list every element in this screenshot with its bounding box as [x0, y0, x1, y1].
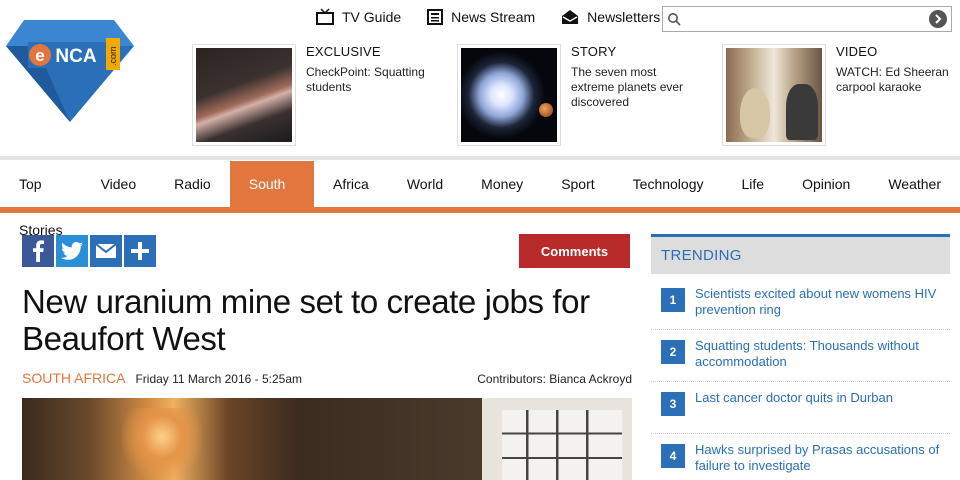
trending-rank: 2 — [661, 340, 685, 364]
promo-story[interactable]: STORY The seven most extreme planets eve… — [457, 44, 701, 146]
newsletters-label: Newsletters — [587, 9, 661, 25]
facebook-share-button[interactable] — [22, 235, 54, 267]
article-hero-image — [22, 398, 632, 480]
plus-icon — [131, 242, 149, 260]
nav-item-radio[interactable]: Radio — [155, 161, 230, 207]
article-date: Friday 11 March 2016 - 5:25am — [135, 372, 302, 386]
trending-list: 1 Scientists excited about new womens HI… — [651, 278, 950, 480]
search-input[interactable] — [685, 8, 929, 30]
top-links: TV Guide News Stream Newsletters — [316, 8, 686, 26]
trending-item[interactable]: 2 Squatting students: Thousands without … — [651, 330, 950, 382]
trending-link[interactable]: Squatting students: Thousands without ac… — [695, 338, 950, 370]
promo-title[interactable]: CheckPoint: Squatting students — [306, 65, 436, 95]
nav-item-life[interactable]: Life — [722, 161, 783, 207]
promo-title[interactable]: WATCH: Ed Sheeran carpool karaoke — [836, 65, 960, 95]
enca-logo[interactable]: e NCA .com — [6, 14, 136, 124]
twitter-share-button[interactable] — [56, 235, 88, 267]
nav-divider — [0, 156, 960, 160]
logo-text: NCA — [55, 46, 96, 67]
promo-thumbnail[interactable] — [457, 44, 561, 146]
nav-item-technology[interactable]: Technology — [614, 161, 723, 207]
promo-thumbnail[interactable] — [722, 44, 826, 146]
more-share-button[interactable] — [124, 235, 156, 267]
search-icon — [663, 8, 685, 30]
facebook-icon — [33, 240, 44, 262]
article-contributors: Contributors: Bianca Ackroyd — [477, 372, 632, 386]
tv-guide-label: TV Guide — [342, 9, 402, 25]
nav-item-video[interactable]: Video — [82, 161, 156, 207]
email-share-button[interactable] — [90, 235, 122, 267]
trending-item[interactable]: 3 Last cancer doctor quits in Durban — [651, 382, 950, 434]
promo-title[interactable]: The seven most extreme planets ever disc… — [571, 65, 701, 110]
trending-item[interactable]: 1 Scientists excited about new womens HI… — [651, 278, 950, 330]
arrow-right-icon — [935, 14, 942, 24]
svg-text:e: e — [35, 46, 44, 65]
news-stream-label: News Stream — [451, 9, 536, 25]
trending-title: TRENDING — [651, 237, 950, 274]
news-stream-icon — [427, 9, 444, 25]
promo-kicker: STORY — [571, 44, 617, 59]
promo-exclusive[interactable]: EXCLUSIVE CheckPoint: Squatting students — [192, 44, 436, 146]
nav-item-south-africa[interactable]: South Africa — [229, 161, 315, 238]
trending-item[interactable]: 4 Hawks surprised by Prasas accusations … — [651, 434, 950, 480]
article-headline: New uranium mine set to create jobs for … — [22, 283, 590, 357]
share-bar — [22, 235, 156, 267]
main-nav: Top Stories Video Radio South Africa Afr… — [0, 161, 960, 238]
comments-button[interactable]: Comments — [519, 234, 630, 268]
nav-item-world[interactable]: World — [388, 161, 462, 207]
search-box — [662, 6, 952, 32]
article-meta: SOUTH AFRICA Friday 11 March 2016 - 5:25… — [22, 370, 632, 386]
nav-item-top-stories[interactable]: Top Stories — [0, 161, 82, 238]
trending-link[interactable]: Last cancer doctor quits in Durban — [695, 390, 893, 406]
promo-video[interactable]: VIDEO WATCH: Ed Sheeran carpool karaoke — [722, 44, 960, 146]
newsletters-link[interactable]: Newsletters — [561, 9, 660, 25]
trending-rank: 4 — [661, 444, 685, 468]
newsletter-icon — [562, 10, 579, 24]
news-stream-link[interactable]: News Stream — [427, 9, 535, 25]
article-section-link[interactable]: SOUTH AFRICA — [22, 370, 125, 386]
promo-kicker: EXCLUSIVE — [306, 44, 381, 59]
trending-rank: 3 — [661, 392, 685, 416]
email-icon — [96, 244, 116, 258]
trending-rank: 1 — [661, 288, 685, 312]
nav-item-sport[interactable]: Sport — [542, 161, 613, 207]
search-submit-button[interactable] — [929, 10, 947, 28]
nav-underline — [0, 207, 960, 213]
tv-icon — [316, 8, 334, 25]
promo-thumbnail[interactable] — [192, 44, 296, 146]
promo-kicker: VIDEO — [836, 44, 878, 59]
nav-item-africa[interactable]: Africa — [314, 161, 388, 207]
tv-guide-link[interactable]: TV Guide — [316, 8, 401, 26]
svg-text:.com: .com — [108, 46, 118, 66]
trending-link[interactable]: Hawks surprised by Prasas accusations of… — [695, 442, 950, 474]
nav-item-opinion[interactable]: Opinion — [783, 161, 869, 207]
trending-link[interactable]: Scientists excited about new womens HIV … — [695, 286, 950, 318]
twitter-icon — [61, 242, 83, 260]
nav-item-money[interactable]: Money — [462, 161, 542, 207]
nav-item-weather[interactable]: Weather — [869, 161, 960, 207]
